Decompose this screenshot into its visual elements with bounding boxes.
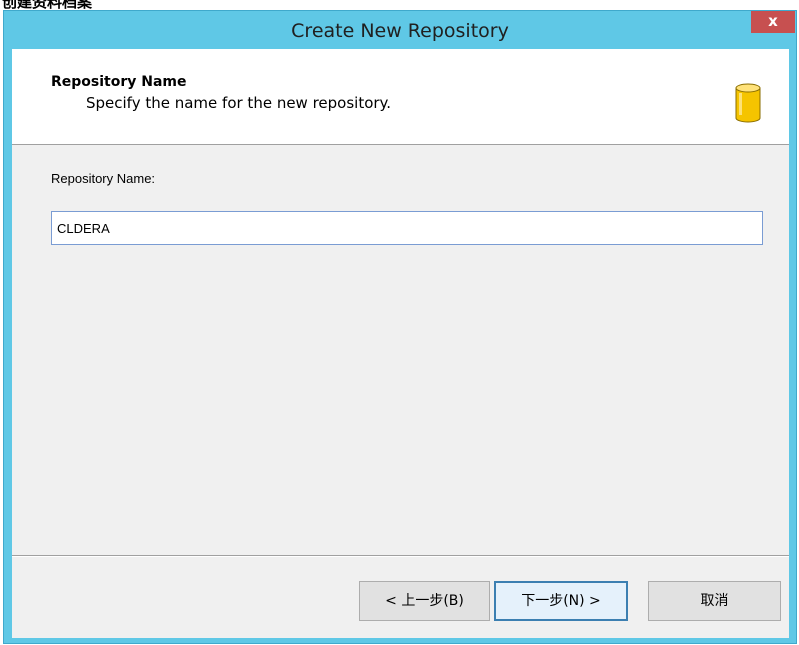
back-button[interactable]: < 上一步(B)	[359, 581, 490, 621]
dialog-body: Repository Name Specify the name for the…	[12, 49, 789, 638]
close-button[interactable]: x	[751, 11, 795, 33]
window-title: Create New Repository	[291, 20, 509, 42]
next-button[interactable]: 下一步(N) >	[494, 581, 628, 621]
cancel-button[interactable]: 取消	[648, 581, 781, 621]
repository-name-label: Repository Name:	[51, 171, 156, 186]
title-bar[interactable]: Create New Repository x	[4, 11, 796, 49]
create-repository-dialog: Create New Repository x Repository Name …	[3, 10, 797, 644]
wizard-header: Repository Name Specify the name for the…	[12, 49, 789, 145]
footer-divider	[12, 555, 789, 557]
page-subtitle: Specify the name for the new repository.	[86, 94, 392, 112]
repository-name-input[interactable]	[51, 211, 763, 245]
close-icon: x	[768, 12, 778, 30]
page-title: Repository Name	[51, 74, 187, 90]
database-icon	[735, 83, 761, 123]
